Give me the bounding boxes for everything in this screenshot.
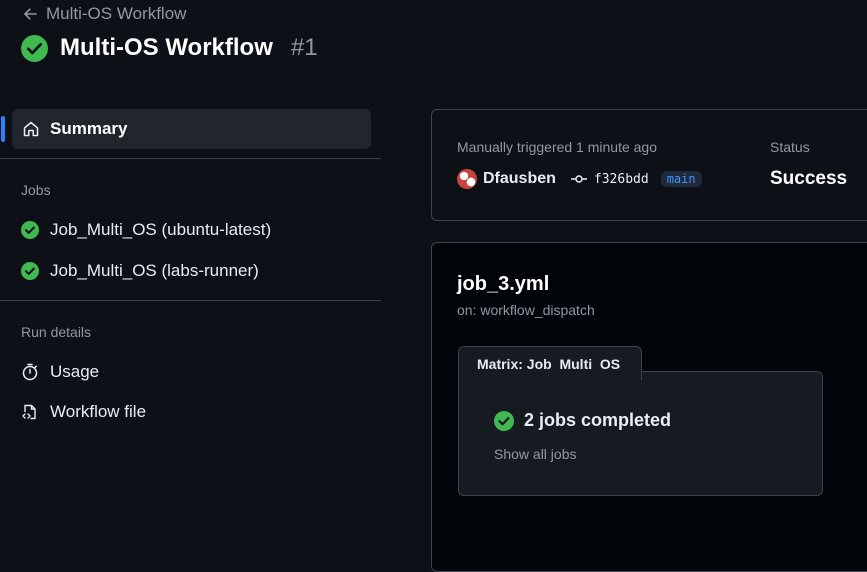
success-check-icon (494, 410, 514, 431)
matrix-tab-join (459, 370, 641, 373)
sidebar-item-label: Summary (50, 119, 128, 138)
sidebar-item-label: Job_Multi_OS (ubuntu-latest) (50, 220, 272, 239)
jobs-completed-text: 2 jobs completed (524, 410, 672, 430)
matrix-tab: Matrix: Job_Multi_OS (458, 346, 642, 380)
sidebar-item-summary[interactable]: Summary (12, 109, 371, 149)
stopwatch-icon (22, 363, 38, 381)
git-commit-icon (570, 175, 587, 183)
sidebar-item-usage[interactable]: Usage (21, 360, 99, 384)
sidebar-item-label: Workflow file (50, 402, 147, 421)
divider (0, 300, 381, 301)
status-heading: Status (770, 139, 810, 155)
avatar[interactable] (457, 169, 477, 189)
home-icon (23, 121, 39, 137)
page-title: Multi-OS Workflow (60, 34, 273, 61)
back-link-label: Multi-OS Workflow (46, 4, 187, 23)
run-details-heading: Run details (21, 324, 92, 340)
success-check-icon (21, 262, 39, 280)
branch-badge[interactable]: main (660, 171, 702, 187)
status-value: Success (770, 168, 848, 189)
arrow-left-icon (24, 8, 37, 20)
run-number: #1 (290, 34, 318, 61)
sidebar-item-job-ubuntu[interactable]: Job_Multi_OS (ubuntu-latest) (21, 218, 271, 242)
workflow-file-name: job_3.yml (457, 273, 550, 295)
file-code-icon (22, 404, 36, 420)
matrix-box[interactable]: 2 jobs completed Show all jobs (458, 371, 823, 496)
workflow-trigger-event: on: workflow_dispatch (457, 302, 595, 318)
active-nav-indicator (1, 116, 5, 142)
actor-link[interactable]: Dfausben (483, 170, 556, 188)
run-summary-card: Manually triggered 1 minute ago Dfausben… (431, 109, 867, 221)
commit-sha-link[interactable]: f326bdd (594, 172, 649, 187)
success-check-icon (21, 221, 39, 239)
sidebar-item-workflow-file[interactable]: Workflow file (21, 400, 146, 424)
page-title-row: Multi-OS Workflow #1 (21, 34, 318, 62)
sidebar-item-label: Usage (50, 362, 100, 381)
back-link[interactable]: Multi-OS Workflow (22, 4, 186, 24)
jobs-completed-row: 2 jobs completed (494, 410, 671, 431)
sidebar-item-label: Job_Multi_OS (labs-runner) (50, 261, 259, 280)
workflow-graph-card: job_3.yml on: workflow_dispatch Matrix: … (431, 242, 867, 572)
actor-row: Dfausben f326bdd main (457, 169, 702, 189)
success-check-icon (21, 34, 48, 62)
divider (0, 158, 381, 159)
sidebar-item-job-labs-runner[interactable]: Job_Multi_OS (labs-runner) (21, 259, 259, 283)
trigger-text: Manually triggered 1 minute ago (457, 139, 658, 155)
jobs-heading: Jobs (21, 182, 51, 198)
show-all-jobs-link[interactable]: Show all jobs (494, 446, 577, 462)
